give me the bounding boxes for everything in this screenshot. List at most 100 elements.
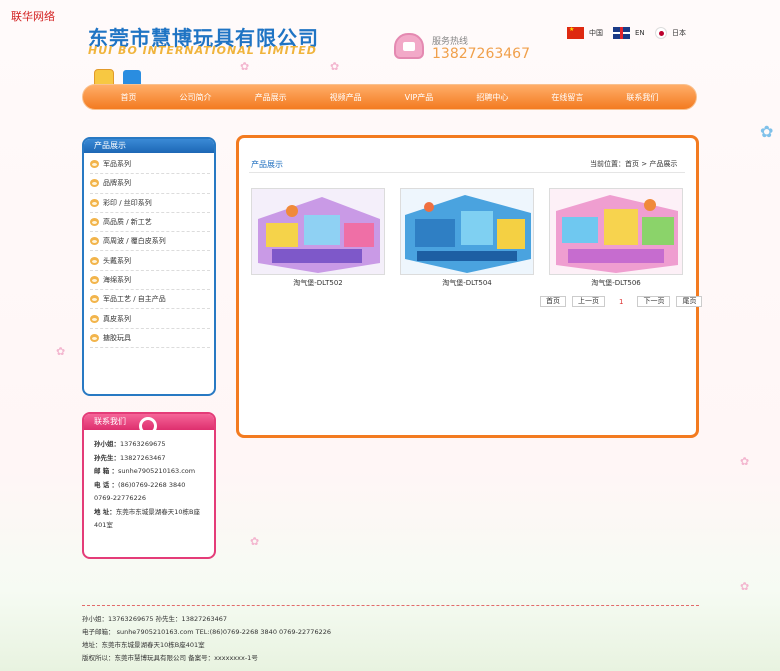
page-next-button[interactable]: 下一页 xyxy=(637,296,671,307)
category-item[interactable]: 海绵系列 xyxy=(90,271,210,291)
nav-vip[interactable]: VIP产品 xyxy=(405,92,434,103)
flower-decoration-icon: ✿ xyxy=(240,60,250,73)
breadcrumb: 当前位置：首页 > 产品展示 xyxy=(590,160,678,168)
lang-label: 中国 xyxy=(589,29,603,37)
category-item[interactable]: 彩印 / 丝印系列 xyxy=(90,194,210,213)
footer-copyright: 版权所以：东莞市慧博玩具有限公司 备案号：xxxxxxxx-1号 xyxy=(82,654,258,662)
main-nav: 首页 公司简介 产品展示 视频产品 VIP产品 招聘中心 在线留言 联系我们 xyxy=(82,84,697,110)
hotline-number: 13827263467 xyxy=(432,46,530,62)
title-divider xyxy=(249,172,685,173)
category-item[interactable]: 品牌系列 xyxy=(90,174,210,194)
category-label: 头戴系列 xyxy=(103,256,131,265)
page-first-button[interactable]: 首页 xyxy=(540,296,566,307)
contact-line: 地 址：东莞市东城景湖春天10栋B座401室 xyxy=(94,506,206,533)
category-label: 彩印 / 丝印系列 xyxy=(103,198,152,207)
nav-products[interactable]: 产品展示 xyxy=(255,92,287,103)
bear-bullet-icon xyxy=(90,179,99,188)
nav-videos[interactable]: 视频产品 xyxy=(330,92,362,103)
flower-decoration-icon: ✿ xyxy=(740,580,750,593)
contact-value: 13763269675 xyxy=(120,440,166,448)
nav-contact[interactable]: 联系我们 xyxy=(626,92,658,103)
bear-bullet-icon xyxy=(90,295,99,304)
uk-flag-icon xyxy=(613,27,630,39)
contact-line: 电 话 ：(86)0769-2268 3840 xyxy=(94,479,206,493)
footer-divider xyxy=(82,605,699,606)
product-card[interactable]: 淘气堡-DLT506 xyxy=(549,188,683,288)
flower-decoration-icon: ✿ xyxy=(250,535,260,548)
category-item[interactable]: 头戴系列 xyxy=(90,251,210,271)
bear-bullet-icon xyxy=(90,218,99,227)
contact-value: (86)0769-2268 3840 xyxy=(118,480,186,489)
lang-japan[interactable]: 日本 xyxy=(655,27,686,39)
category-label: 真皮系列 xyxy=(103,314,131,323)
footer-address: 地址：东莞市东城景湖春天10栋B座401室 xyxy=(82,641,205,649)
product-image[interactable] xyxy=(549,188,683,275)
footer-email-tel: 电子邮箱： sunhe7905210163.com TEL:(86)0769-2… xyxy=(82,628,331,636)
product-card[interactable]: 淘气堡-DLT504 xyxy=(400,188,534,288)
nav-jobs[interactable]: 招聘中心 xyxy=(476,92,508,103)
bear-bullet-icon xyxy=(90,237,99,246)
contact-value: sunhe7905210163.com xyxy=(118,467,196,475)
company-logo-en: HUI BO INTERNATIONAL LIMITED xyxy=(88,44,317,57)
site-link[interactable]: 联华网络 xyxy=(11,8,55,24)
product-card[interactable]: 淘气堡-DLT502 xyxy=(251,188,385,288)
category-item[interactable]: 高周波 / 覆白皮系列 xyxy=(90,232,210,252)
japan-flag-icon xyxy=(655,27,667,39)
contact-key: 孙先生： xyxy=(94,453,120,462)
lang-china[interactable]: 中国 xyxy=(567,26,603,39)
category-label: 海绵系列 xyxy=(103,275,131,284)
nav-home[interactable]: 首页 xyxy=(121,92,137,103)
bear-bullet-icon xyxy=(90,198,99,207)
sidebar-title: 产品展示 xyxy=(84,139,214,153)
category-item[interactable]: 军品系列 xyxy=(90,155,210,175)
ring-decoration-icon xyxy=(139,417,157,435)
bear-bullet-icon xyxy=(90,256,99,265)
category-label: 搪胶玩具 xyxy=(103,333,131,342)
contact-line: 0769-22776226 xyxy=(94,492,206,506)
bear-bullet-icon xyxy=(90,160,99,169)
category-label: 高品质 / 新工艺 xyxy=(103,218,152,227)
product-caption[interactable]: 淘气堡-DLT502 xyxy=(251,278,385,288)
nav-message[interactable]: 在线留言 xyxy=(551,92,583,103)
contact-key: 电 话 ： xyxy=(94,480,119,489)
contact-key: 地 址： xyxy=(94,507,116,516)
telephone-icon xyxy=(394,33,424,59)
contact-details: 孙小姐：13763269675 孙先生：13827263467 邮 箱 ：sun… xyxy=(84,430,214,533)
bear-bullet-icon xyxy=(90,333,99,342)
footer-contacts: 孙小姐：13763269675 孙先生：13827263467 xyxy=(82,615,228,623)
category-item[interactable]: 军品工艺 / 自主产品 xyxy=(90,290,210,310)
flower-decoration-icon: ✿ xyxy=(740,455,750,468)
footer: 孙小姐：13763269675 孙先生：13827263467 电子邮箱： su… xyxy=(82,613,331,665)
pagination: 首页 上一页 1 下一页 尾页 xyxy=(540,296,703,307)
main-title: 产品展示 xyxy=(251,160,283,169)
china-flag-icon xyxy=(567,26,584,39)
lang-english[interactable]: EN xyxy=(613,27,645,39)
product-caption[interactable]: 淘气堡-DLT506 xyxy=(549,278,683,288)
page-last-button[interactable]: 尾页 xyxy=(676,296,703,307)
flower-decoration-icon: ✿ xyxy=(330,60,340,73)
contact-line: 孙小姐：13763269675 xyxy=(94,438,206,452)
lang-label: 日本 xyxy=(672,29,686,37)
flower-decoration-icon: ✿ xyxy=(56,345,66,358)
product-caption[interactable]: 淘气堡-DLT504 xyxy=(400,278,534,288)
butterfly-icon: ✿ xyxy=(760,122,774,141)
category-item[interactable]: 真皮系列 xyxy=(90,309,210,329)
contact-value: 13827263467 xyxy=(120,453,166,462)
contact-key: 孙小姐： xyxy=(94,440,120,448)
category-label: 军品系列 xyxy=(103,160,131,169)
product-image[interactable] xyxy=(251,188,385,275)
contact-key: 邮 箱 ： xyxy=(94,467,119,475)
product-category-sidebar: 产品展示 军品系列 品牌系列 彩印 / 丝印系列 高品质 / 新工艺 高周波 /… xyxy=(82,137,216,396)
category-item[interactable]: 高品质 / 新工艺 xyxy=(90,213,210,233)
category-label: 高周波 / 覆白皮系列 xyxy=(103,237,166,246)
product-image[interactable] xyxy=(400,188,534,275)
category-item[interactable]: 搪胶玩具 xyxy=(90,329,210,348)
bear-bullet-icon xyxy=(90,314,99,323)
contact-value: 0769-22776226 xyxy=(94,494,146,502)
page-current: 1 xyxy=(619,297,624,306)
page-prev-button[interactable]: 上一页 xyxy=(572,296,605,307)
category-list: 军品系列 品牌系列 彩印 / 丝印系列 高品质 / 新工艺 高周波 / 覆白皮系… xyxy=(84,153,214,348)
lang-label: EN xyxy=(635,29,645,37)
nav-about[interactable]: 公司简介 xyxy=(180,92,212,103)
bear-bullet-icon xyxy=(90,275,99,284)
